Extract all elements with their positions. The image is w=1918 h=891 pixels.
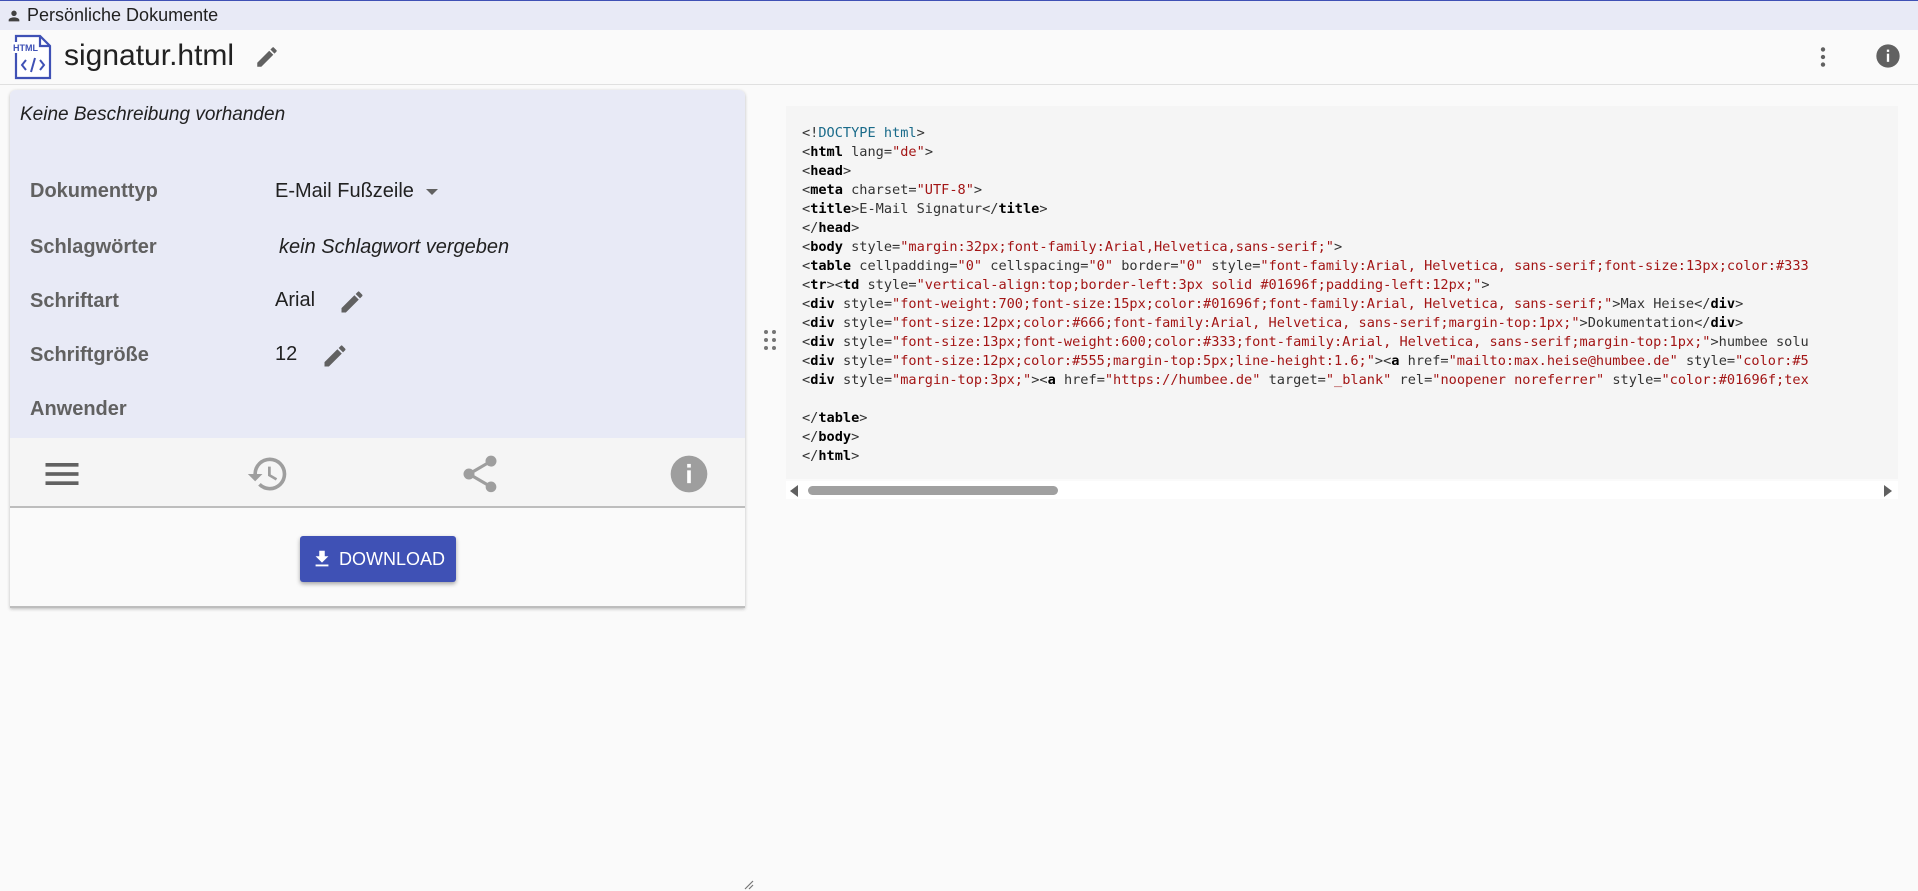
keywords-value[interactable]: kein Schlagwort vergeben [279,236,509,259]
document-title: signatur.html [64,39,235,72]
code-line: </head> [802,220,860,236]
edit-title-icon[interactable] [254,44,280,70]
details-card: Keine Beschreibung vorhanden Dokumenttyp… [10,90,745,608]
code-content: <!DOCTYPE html> <html lang="de"> <head> <me… [802,124,1809,466]
resize-grip-icon[interactable] [742,878,754,890]
menu-icon[interactable] [40,452,84,496]
document-header: HTML signatur.html [0,30,1918,85]
font-family-label: Schriftart [30,290,119,312]
code-line: <!DOCTYPE html> [802,125,925,141]
person-icon [8,10,20,21]
document-type-value: E-Mail Fußzeile [275,180,414,202]
code-line: <div style="font-size:13px;font-weight:6… [802,334,1809,350]
breadcrumb-label[interactable]: Persönliche Dokumente [27,5,218,26]
history-icon[interactable] [246,452,290,496]
info-icon[interactable] [667,452,711,496]
code-line: <tr><td style="vertical-align:top;border… [802,277,1490,293]
code-line: <div style="font-size:12px;color:#666;fo… [802,315,1744,331]
code-line: <table cellpadding="0" cellspacing="0" b… [802,258,1809,274]
download-button[interactable]: DOWNLOAD [300,536,456,582]
description-text: Keine Beschreibung vorhanden [20,104,286,125]
scroll-left-icon[interactable] [790,485,798,497]
details-panel: Keine Beschreibung vorhanden Dokumenttyp… [10,90,745,438]
font-size-label: Schriftgröße [30,344,149,366]
document-toolbar [10,438,745,508]
file-type-label: HTML [13,43,38,53]
edit-font-size-icon[interactable] [321,342,349,370]
code-line: <div style="margin-top:3px;"><a href="ht… [802,372,1809,388]
chevron-down-icon [425,188,438,195]
code-line: <meta charset="UTF-8"> [802,182,983,198]
code-preview[interactable]: <!DOCTYPE html> <html lang="de"> <head> <me… [786,106,1898,479]
font-family-value: Arial [275,289,316,311]
code-line: </body> [802,429,860,445]
edit-font-icon[interactable] [338,288,366,316]
scrollbar-thumb[interactable] [808,486,1058,495]
download-label: DOWNLOAD [338,548,445,569]
download-icon [315,550,329,567]
breadcrumb-bar: Persönliche Dokumente [0,0,1918,30]
code-line: </table> [802,410,868,426]
code-line: <html lang="de"> [802,144,933,160]
card-divider [10,606,745,608]
code-line: <body style="margin:32px;font-family:Ari… [802,239,1343,255]
font-size-value: 12 [275,343,298,365]
horizontal-scrollbar[interactable] [786,481,1898,499]
code-line: <div style="font-weight:700;font-size:15… [802,296,1744,312]
code-line: <div style="font-size:12px;color:#555;ma… [802,353,1809,369]
info-icon[interactable] [1874,42,1902,70]
code-line: <title>E-Mail Signatur</title> [802,201,1048,217]
drag-handle-icon[interactable] [763,328,777,352]
scroll-right-icon[interactable] [1884,485,1892,497]
keywords-label: Schlagwörter [30,236,157,258]
code-line: </html> [802,448,860,464]
document-type-select[interactable]: E-Mail Fußzeile [275,180,438,203]
code-line: <head> [802,163,852,179]
users-label: Anwender [30,398,127,420]
more-vert-icon[interactable] [1810,42,1836,72]
share-icon[interactable] [458,452,502,496]
html-file-icon: HTML [12,34,52,80]
document-type-label: Dokumenttyp [30,180,158,202]
